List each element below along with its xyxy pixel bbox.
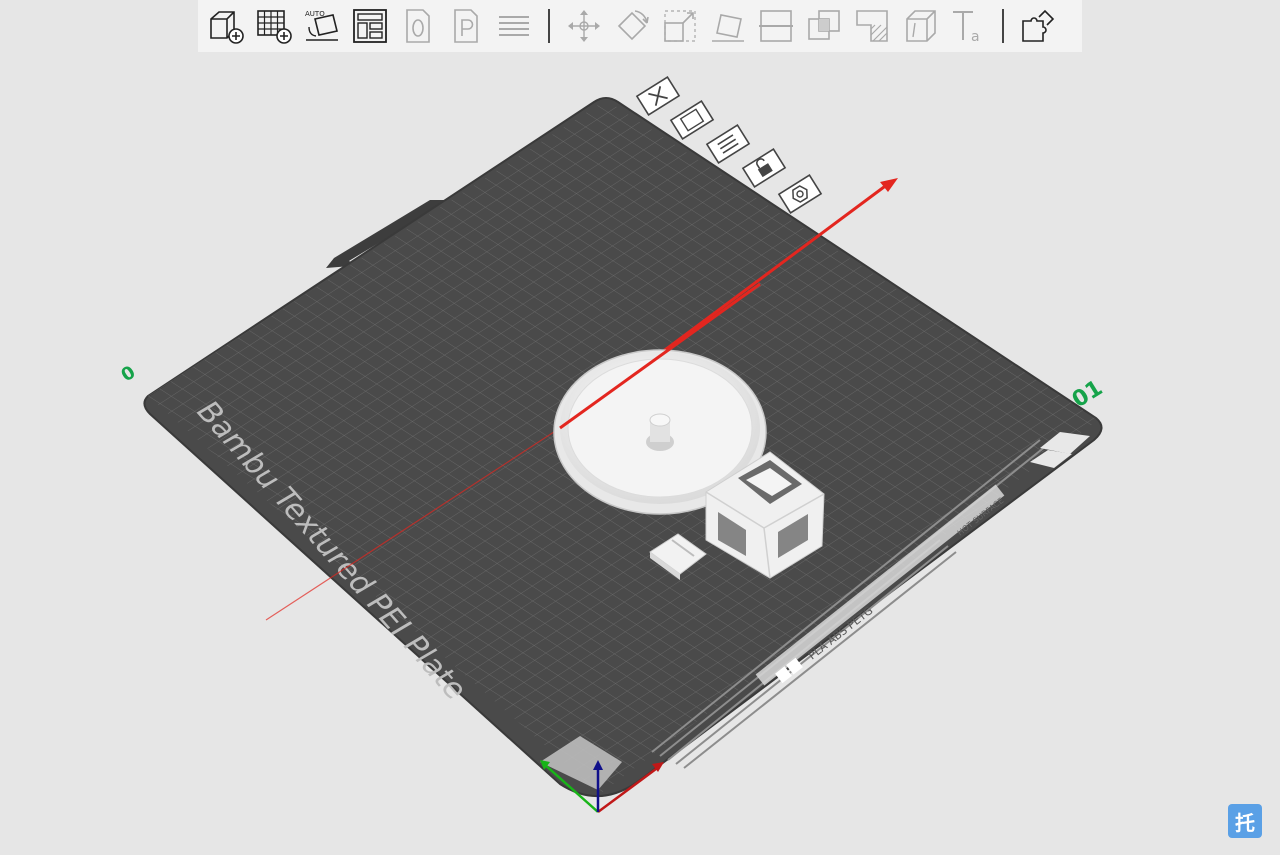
3d-viewport[interactable]: PLA ABS PETG HOT SURFACE Bambu Textured …	[0, 0, 1280, 855]
arrange-plate-button[interactable]	[669, 100, 715, 140]
delete-plate-button[interactable]	[635, 76, 681, 116]
plate-side-mark: 0	[118, 362, 140, 386]
translate-badge[interactable]: 托	[1228, 804, 1262, 838]
lock-plate-button[interactable]	[741, 148, 787, 188]
orient-plate-button[interactable]	[705, 124, 751, 164]
plate-settings-button[interactable]	[777, 174, 823, 214]
